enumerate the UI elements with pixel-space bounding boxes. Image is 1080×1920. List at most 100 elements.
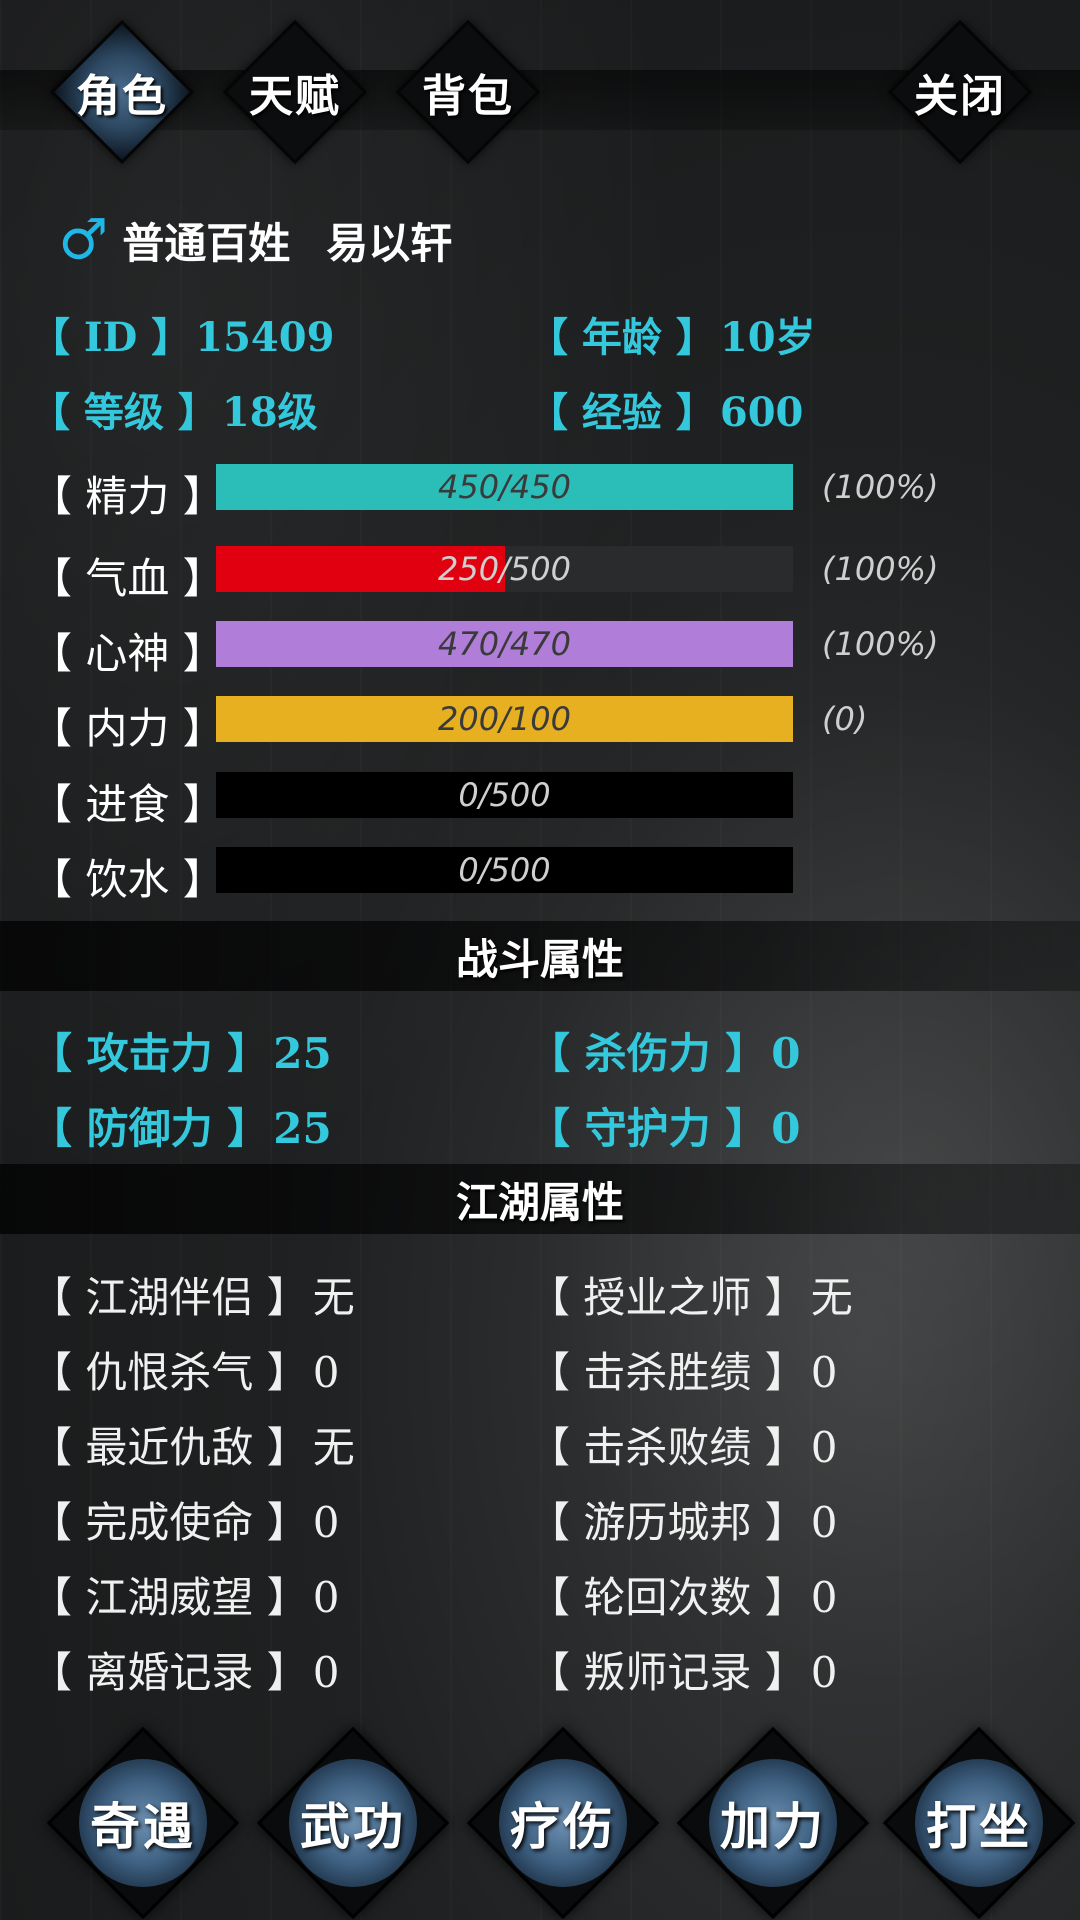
jattr-label: 【 击杀败绩 】 — [528, 1423, 807, 1472]
attr-attack-label: 【 攻击力 】 — [30, 1029, 270, 1078]
adventure-label: 奇遇 — [90, 1797, 196, 1856]
stat-bar-internal: 200/100 — [216, 696, 793, 742]
attr-defense-label: 【 防御力 】 — [30, 1104, 270, 1153]
jattr-value: 0 — [312, 1498, 340, 1547]
tab-character-label: 角色 — [76, 71, 168, 122]
jattr-recent-enemy: 【 最近仇敌 】无 — [30, 1414, 355, 1475]
jattr-kill-wins: 【 击杀胜绩 】0 — [528, 1339, 837, 1400]
tab-backpack-label: 背包 — [422, 71, 514, 122]
male-icon: ♂ — [58, 207, 109, 273]
tab-character[interactable]: 角色 — [49, 19, 195, 165]
close-button[interactable]: 关闭 — [887, 19, 1033, 165]
jattr-missions: 【 完成使命 】0 — [30, 1489, 339, 1550]
section-combat: 战斗属性 — [0, 921, 1080, 991]
jattr-label: 【 游历城邦 】 — [528, 1498, 807, 1547]
heal-label: 疗伤 — [510, 1797, 616, 1856]
adventure-button[interactable]: 奇遇 — [46, 1726, 240, 1920]
stat-pct-energy: (100%) — [822, 468, 939, 506]
attr-kill: 【 杀伤力 】0 — [528, 1020, 800, 1081]
jattr-cities: 【 游历城邦 】0 — [528, 1489, 837, 1550]
info-level: 【 等级 】 18级 — [30, 380, 318, 438]
stat-label-water: 【 饮水 】 — [30, 855, 225, 904]
attr-attack-value: 25 — [273, 1029, 332, 1078]
empower-label: 加力 — [720, 1797, 826, 1856]
martial-arts-label: 武功 — [300, 1797, 406, 1856]
heal-button[interactable]: 疗伤 — [466, 1726, 660, 1920]
jattr-label: 【 仇恨杀气 】 — [30, 1348, 309, 1397]
stat-bar-text: 200/100 — [438, 700, 571, 738]
close-label: 关闭 — [914, 71, 1006, 122]
jattr-value: 无 — [810, 1273, 853, 1322]
jattr-label: 【 击杀胜绩 】 — [528, 1348, 807, 1397]
jattr-value: 0 — [810, 1573, 838, 1622]
info-exp: 【 经验 】 600 — [528, 380, 803, 438]
stat-pct-spirit: (100%) — [822, 625, 939, 663]
section-jianghu: 江湖属性 — [0, 1164, 1080, 1234]
stat-label-energy: 【 精力 】 — [30, 472, 225, 521]
attr-attack: 【 攻击力 】25 — [30, 1020, 332, 1081]
jattr-label: 【 轮回次数 】 — [528, 1573, 807, 1622]
jattr-master: 【 授业之师 】无 — [528, 1264, 853, 1325]
attr-kill-value: 0 — [771, 1029, 801, 1078]
stat-bar-text: 250/500 — [438, 550, 571, 588]
attr-guard: 【 守护力 】0 — [528, 1095, 800, 1156]
info-age: 【 年龄 】 10岁 — [528, 305, 816, 363]
tab-backpack[interactable]: 背包 — [395, 19, 541, 165]
jattr-label: 【 完成使命 】 — [30, 1498, 309, 1547]
jattr-value: 无 — [312, 1273, 355, 1322]
jattr-value: 0 — [312, 1348, 340, 1397]
jattr-betrayals: 【 叛师记录 】0 — [528, 1639, 837, 1700]
info-id-value: 15409 — [195, 314, 335, 361]
stat-bar-text: 470/470 — [438, 625, 571, 663]
stat-pct-internal: (0) — [822, 700, 868, 738]
section-combat-title: 战斗属性 — [455, 934, 624, 984]
stat-bar-text: 450/450 — [438, 468, 571, 506]
jattr-reincarnations: 【 轮回次数 】0 — [528, 1564, 837, 1625]
jattr-prestige: 【 江湖威望 】0 — [30, 1564, 339, 1625]
stat-bar-spirit: 470/470 — [216, 621, 793, 667]
stat-label-hp: 【 气血 】 — [30, 554, 225, 603]
jattr-value: 0 — [312, 1648, 340, 1697]
stat-bar-energy: 450/450 — [216, 464, 793, 510]
jattr-divorces: 【 离婚记录 】0 — [30, 1639, 339, 1700]
jattr-value: 无 — [312, 1423, 355, 1472]
jattr-label: 【 离婚记录 】 — [30, 1648, 309, 1697]
jattr-kill-losses: 【 击杀败绩 】0 — [528, 1414, 837, 1475]
jattr-value: 0 — [810, 1648, 838, 1697]
jattr-value: 0 — [810, 1348, 838, 1397]
info-age-value: 10岁 — [719, 314, 816, 361]
jattr-value: 0 — [810, 1423, 838, 1472]
player-name: 易以轩 — [326, 218, 453, 268]
stat-bar-water: 0/500 — [216, 847, 793, 893]
attr-kill-label: 【 杀伤力 】 — [528, 1029, 768, 1078]
jattr-label: 【 授业之师 】 — [528, 1273, 807, 1322]
info-level-label: 【 等级 】 — [30, 389, 218, 436]
info-level-value: 18级 — [221, 389, 318, 436]
info-id-label: 【 ID 】 — [30, 314, 192, 361]
meditate-label: 打坐 — [926, 1797, 1032, 1856]
jattr-label: 【 最近仇敌 】 — [30, 1423, 309, 1472]
empower-button[interactable]: 加力 — [676, 1726, 870, 1920]
meditate-button[interactable]: 打坐 — [882, 1726, 1076, 1920]
stat-bar-food: 0/500 — [216, 772, 793, 818]
section-jianghu-title: 江湖属性 — [455, 1177, 624, 1227]
martial-arts-button[interactable]: 武功 — [256, 1726, 450, 1920]
stat-bar-text: 0/500 — [458, 776, 551, 814]
jattr-label: 【 叛师记录 】 — [528, 1648, 807, 1697]
stat-label-internal: 【 内力 】 — [30, 704, 225, 753]
attr-defense-value: 25 — [273, 1104, 332, 1153]
stat-pct-hp: (100%) — [822, 550, 939, 588]
stat-bar-hp: 250/500 — [216, 546, 793, 592]
stat-label-spirit: 【 心神 】 — [30, 629, 225, 678]
jattr-label: 【 江湖伴侣 】 — [30, 1273, 309, 1322]
attr-guard-label: 【 守护力 】 — [528, 1104, 768, 1153]
attr-guard-value: 0 — [771, 1104, 801, 1153]
player-header: ♂ 普通百姓 易以轩 — [58, 205, 452, 275]
info-id: 【 ID 】 15409 — [30, 305, 334, 363]
info-age-label: 【 年龄 】 — [528, 314, 716, 361]
jattr-value: 0 — [312, 1573, 340, 1622]
tab-talent[interactable]: 天赋 — [222, 19, 368, 165]
jattr-value: 0 — [810, 1498, 838, 1547]
info-exp-label: 【 经验 】 — [528, 389, 716, 436]
stat-bar-text: 0/500 — [458, 851, 551, 889]
